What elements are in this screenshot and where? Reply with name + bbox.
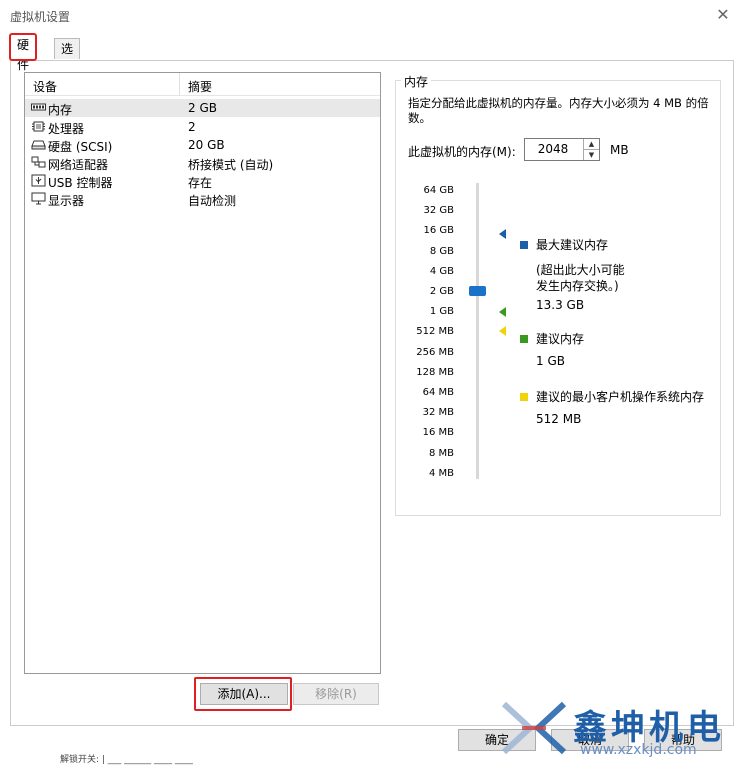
recommended-legend-swatch <box>520 335 528 343</box>
memory-icon <box>31 103 46 111</box>
usb-icon <box>31 174 46 187</box>
device-list-header: 设备 摘要 <box>25 73 380 96</box>
header-device: 设备 <box>33 80 58 94</box>
recommended-legend-value: 1 GB <box>536 354 565 368</box>
increment-icon[interactable]: ▲ <box>583 139 599 149</box>
tab-options[interactable]: 选项 <box>54 38 81 76</box>
close-icon[interactable]: ✕ <box>712 4 734 26</box>
device-summary: 2 <box>188 120 196 134</box>
memory-scale-label: 1 GB <box>429 306 454 318</box>
column-divider <box>179 73 180 95</box>
vm-settings-dialog: 虚拟机设置 ✕ 硬件 选项 设备 摘要 内存 <box>0 0 742 765</box>
remove-button: 移除(R) <box>293 683 379 705</box>
memory-slider-track[interactable] <box>476 183 479 479</box>
memory-input[interactable]: 2048 <box>525 139 581 160</box>
window-title: 虚拟机设置 <box>10 10 71 24</box>
device-row-memory[interactable]: 内存 2 GB <box>25 99 380 117</box>
hardware-panel: 设备 摘要 内存 2 GB 处理器 2 硬盘 (SCSI) 20 GB 网络适配… <box>10 60 734 726</box>
device-name: 网络适配器 <box>48 158 109 172</box>
device-row-display[interactable]: 显示器 自动检测 <box>25 190 380 208</box>
highlight-box <box>9 33 38 61</box>
recommended-marker-icon <box>499 307 506 317</box>
memory-scale-label: 2 GB <box>429 286 454 297</box>
device-summary: 自动检测 <box>188 194 237 208</box>
memory-field-label: 此虚拟机的内存(M): <box>408 145 516 159</box>
display-icon <box>31 192 46 205</box>
memory-description: 指定分配给此虚拟机的内存量。内存大小必须为 4 MB 的倍数。 <box>408 96 709 125</box>
max-legend-value: 13.3 GB <box>536 298 585 312</box>
underlying-window-text: 解锁开关: | ___ ______ ____ ____ <box>60 755 193 765</box>
max-legend-note: 发生内存交换。) <box>536 279 619 293</box>
minimum-legend-title: 建议的最小客户机操作系统内存 <box>536 390 705 404</box>
hard-disk-icon <box>31 140 46 150</box>
device-summary: 存在 <box>188 176 213 190</box>
memory-scale-label: 8 GB <box>429 245 454 257</box>
device-name: 显示器 <box>48 194 85 208</box>
watermark-logo-icon <box>501 701 567 755</box>
memory-scale-label: 32 GB <box>423 205 454 217</box>
device-row-hard-disk[interactable]: 硬盘 (SCSI) 20 GB <box>25 136 380 154</box>
memory-slider-thumb[interactable] <box>469 286 486 296</box>
device-summary: 20 GB <box>188 138 225 152</box>
memory-scale-label: 4 GB <box>429 265 454 277</box>
device-name: 内存 <box>48 103 73 117</box>
memory-unit: MB <box>610 143 629 157</box>
memory-group-label: 内存 <box>401 73 432 90</box>
minimum-legend-value: 512 MB <box>536 412 582 426</box>
memory-scale-label: 16 GB <box>423 225 454 237</box>
memory-scale-label: 512 MB <box>416 326 454 338</box>
device-name: USB 控制器 <box>48 176 113 190</box>
device-summary: 桥接模式 (自动) <box>188 158 274 172</box>
minimum-marker-icon <box>499 326 506 336</box>
memory-scale-label: 64 MB <box>422 387 454 398</box>
watermark: 鑫坤机电 www.xzxkjd.com <box>500 698 742 761</box>
title-bar: 虚拟机设置 ✕ <box>0 0 742 30</box>
memory-scale-label: 64 GB <box>423 185 454 196</box>
max-legend-swatch <box>520 241 528 249</box>
processor-icon <box>32 121 45 132</box>
memory-scale-label: 128 MB <box>416 366 454 378</box>
decrement-icon[interactable]: ▼ <box>583 149 599 160</box>
device-summary: 2 GB <box>188 101 217 115</box>
memory-scale-label: 4 MB <box>428 467 454 479</box>
network-adapter-icon <box>31 156 46 168</box>
memory-scale-label: 256 MB <box>416 346 454 358</box>
tab-hardware[interactable]: 硬件 <box>9 33 38 72</box>
max-recommended-marker-icon <box>499 229 506 239</box>
max-legend-title: 最大建议内存 <box>536 238 609 252</box>
memory-stepper[interactable]: 2048 ▲ ▼ <box>524 138 600 161</box>
watermark-url: www.xzxkjd.com <box>580 742 697 758</box>
device-row-usb[interactable]: USB 控制器 存在 <box>25 172 380 190</box>
memory-scale-label: 32 MB <box>422 407 454 419</box>
memory-scale-label: 8 MB <box>428 447 454 459</box>
device-row-processor[interactable]: 处理器 2 <box>25 118 380 136</box>
device-row-network-adapter[interactable]: 网络适配器 桥接模式 (自动) <box>25 154 380 172</box>
memory-scale-label: 16 MB <box>422 427 454 439</box>
minimum-legend-swatch <box>520 393 528 401</box>
highlight-box <box>194 677 292 711</box>
memory-group: 内存 指定分配给此虚拟机的内存量。内存大小必须为 4 MB 的倍数。 此虚拟机的… <box>395 73 721 516</box>
recommended-legend-title: 建议内存 <box>536 332 585 346</box>
header-summary: 摘要 <box>188 80 213 94</box>
device-name: 硬盘 (SCSI) <box>48 140 113 154</box>
device-name: 处理器 <box>48 122 85 136</box>
device-list: 设备 摘要 内存 2 GB 处理器 2 硬盘 (SCSI) 20 GB 网络适配… <box>24 72 381 674</box>
